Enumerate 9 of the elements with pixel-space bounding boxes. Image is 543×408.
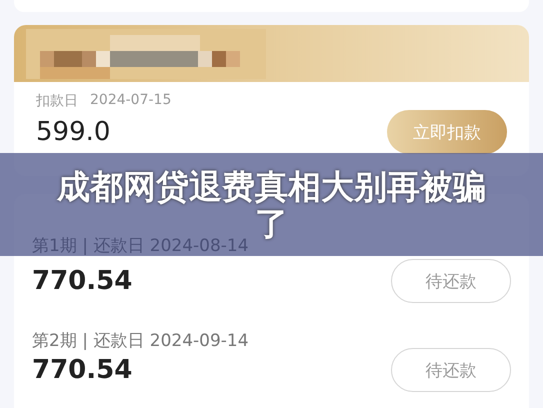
date-label: 扣款日 <box>36 92 78 110</box>
status-button[interactable]: 立即扣款 <box>387 110 507 154</box>
installment-label: 第2期 | 还款日 2024-09-14 <box>32 330 249 352</box>
status-button[interactable]: 待还款 <box>391 259 511 303</box>
amount: 770.54 <box>32 266 132 296</box>
amount: 770.54 <box>32 355 132 385</box>
status-button[interactable]: 待还款 <box>391 348 511 392</box>
amount: 599.0 <box>36 117 110 147</box>
deduction-date: 2024-07-15 <box>90 92 172 110</box>
